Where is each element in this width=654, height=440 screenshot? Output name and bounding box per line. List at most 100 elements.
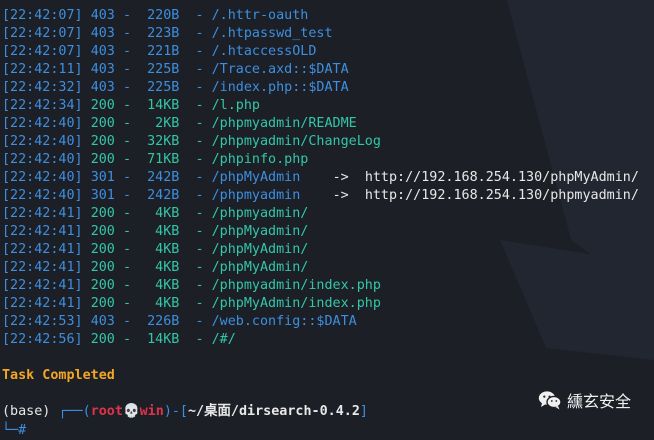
separator: - bbox=[122, 224, 131, 239]
separator: - bbox=[195, 62, 204, 77]
log-timestamp: [22:42:41] bbox=[2, 224, 83, 239]
log-row: [22:42:40] 301 - 242B - /phpmyadmin -> h… bbox=[2, 187, 639, 205]
status-code: 200 bbox=[90, 116, 115, 131]
log-timestamp: [22:42:41] bbox=[2, 260, 83, 275]
log-row: [22:42:56] 200 - 14KB - /#/ bbox=[2, 331, 236, 349]
log-timestamp: [22:42:07] bbox=[2, 26, 83, 41]
log-row: [22:42:07] 403 - 223B - /.htpasswd_test bbox=[2, 25, 333, 43]
log-row: [22:42:41] 200 - 4KB - /phpMyAdmin/index… bbox=[2, 295, 381, 313]
prompt-box-open: ┌──( bbox=[58, 404, 91, 419]
response-size: 71KB bbox=[139, 152, 180, 167]
response-size: 2KB bbox=[139, 116, 180, 131]
watermark: 纁玄安全 bbox=[538, 388, 631, 412]
redirect-arrow: -> bbox=[332, 170, 349, 185]
request-path: /#/ bbox=[211, 332, 236, 347]
response-size: 4KB bbox=[139, 278, 180, 293]
log-row: [22:42:32] 403 - 225B - /index.php::$DAT… bbox=[2, 79, 349, 97]
log-row: [22:42:40] 200 - 71KB - /phpinfo.php bbox=[2, 151, 308, 169]
response-size: 4KB bbox=[139, 242, 180, 257]
prompt-box-close: ] bbox=[359, 404, 368, 419]
status-code: 200 bbox=[90, 98, 115, 113]
log-timestamp: [22:42:40] bbox=[2, 116, 83, 131]
separator: - bbox=[122, 80, 131, 95]
log-row: [22:42:41] 200 - 4KB - /phpmyadmin/index… bbox=[2, 277, 381, 295]
separator: - bbox=[122, 278, 131, 293]
separator: - bbox=[195, 8, 204, 23]
response-size: 4KB bbox=[139, 224, 180, 239]
request-path: /web.config::$DATA bbox=[211, 314, 357, 329]
log-timestamp: [22:42:07] bbox=[2, 8, 83, 23]
separator: - bbox=[122, 242, 131, 257]
log-row: [22:42:07] 403 - 220B - /.httr-oauth bbox=[2, 7, 308, 25]
separator: - bbox=[195, 44, 204, 59]
log-row: [22:42:41] 200 - 4KB - /phpMyAdmin/ bbox=[2, 259, 308, 277]
separator: - bbox=[195, 170, 204, 185]
request-path: /phpMyAdmin/index.php bbox=[211, 296, 381, 311]
log-timestamp: [22:42:07] bbox=[2, 44, 83, 59]
status-code: 200 bbox=[90, 242, 115, 257]
request-path: /Trace.axd::$DATA bbox=[211, 62, 349, 77]
status-code: 403 bbox=[90, 80, 115, 95]
terminal-window[interactable]: [22:42:07] 403 - 220B - /.httr-oauth [22:… bbox=[0, 0, 654, 438]
response-size: 221B bbox=[139, 44, 180, 59]
status-code: 403 bbox=[90, 314, 115, 329]
request-path: /.htpasswd_test bbox=[211, 26, 333, 41]
log-row: [22:42:53] 403 - 226B - /web.config::$DA… bbox=[2, 313, 357, 331]
status-code: 200 bbox=[90, 206, 115, 221]
separator: - bbox=[122, 170, 131, 185]
response-size: 242B bbox=[139, 170, 180, 185]
status-code: 200 bbox=[90, 260, 115, 275]
separator: - bbox=[195, 206, 204, 221]
separator: - bbox=[122, 206, 131, 221]
request-path: /l.php bbox=[211, 98, 260, 113]
prompt-user: root bbox=[90, 404, 123, 419]
separator: - bbox=[195, 224, 204, 239]
status-code: 403 bbox=[90, 62, 115, 77]
separator: - bbox=[122, 134, 131, 149]
log-timestamp: [22:42:56] bbox=[2, 332, 83, 347]
separator: - bbox=[195, 116, 204, 131]
request-path: /phpmyadmin/ChangeLog bbox=[211, 134, 381, 149]
log-timestamp: [22:42:40] bbox=[2, 188, 83, 203]
log-timestamp: [22:42:34] bbox=[2, 98, 83, 113]
prompt-box-mid: )-[ bbox=[163, 404, 188, 419]
log-row: [22:42:41] 200 - 4KB - /phpMyadmin/ bbox=[2, 223, 308, 241]
response-size: 4KB bbox=[139, 206, 180, 221]
request-path: /phpinfo.php bbox=[211, 152, 309, 167]
prompt-host: win bbox=[139, 404, 164, 419]
separator: - bbox=[122, 116, 131, 131]
status-code: 403 bbox=[90, 26, 115, 41]
redirect-url: http://192.168.254.130/phpMyAdmin/ bbox=[364, 170, 639, 185]
separator: - bbox=[195, 98, 204, 113]
task-completed-text: Task Completed bbox=[2, 368, 115, 383]
response-size: 225B bbox=[139, 80, 180, 95]
log-timestamp: [22:42:40] bbox=[2, 134, 83, 149]
log-row: [22:42:40] 200 - 32KB - /phpmyadmin/Chan… bbox=[2, 133, 381, 151]
response-size: 242B bbox=[139, 188, 180, 203]
log-timestamp: [22:42:40] bbox=[2, 170, 83, 185]
next-prompt-line[interactable]: └─# bbox=[2, 422, 26, 440]
redirect-arrow: -> bbox=[332, 188, 349, 203]
status-code: 200 bbox=[90, 278, 115, 293]
separator: - bbox=[122, 260, 131, 275]
separator: - bbox=[195, 188, 204, 203]
log-timestamp: [22:42:41] bbox=[2, 278, 83, 293]
response-size: 220B bbox=[139, 8, 180, 23]
log-row: [22:42:40] 301 - 242B - /phpMyAdmin -> h… bbox=[2, 169, 639, 187]
response-size: 32KB bbox=[139, 134, 180, 149]
wechat-icon bbox=[538, 390, 562, 410]
separator: - bbox=[195, 242, 204, 257]
separator: - bbox=[122, 26, 131, 41]
log-row: [22:42:41] 200 - 4KB - /phpmyadmin/ bbox=[2, 205, 308, 223]
request-path: /phpMyAdmin/ bbox=[211, 242, 309, 257]
log-row: [22:42:40] 200 - 2KB - /phpmyadmin/READM… bbox=[2, 115, 357, 133]
request-path: /phpmyadmin/README bbox=[211, 116, 357, 131]
separator: - bbox=[122, 314, 131, 329]
skull-icon: 💀 bbox=[122, 404, 140, 419]
separator: - bbox=[122, 296, 131, 311]
log-row: [22:42:41] 200 - 4KB - /phpMyAdmin/ bbox=[2, 241, 308, 259]
log-row: [22:42:11] 403 - 225B - /Trace.axd::$DAT… bbox=[2, 61, 349, 79]
log-timestamp: [22:42:11] bbox=[2, 62, 83, 77]
log-timestamp: [22:42:41] bbox=[2, 242, 83, 257]
separator: - bbox=[195, 80, 204, 95]
